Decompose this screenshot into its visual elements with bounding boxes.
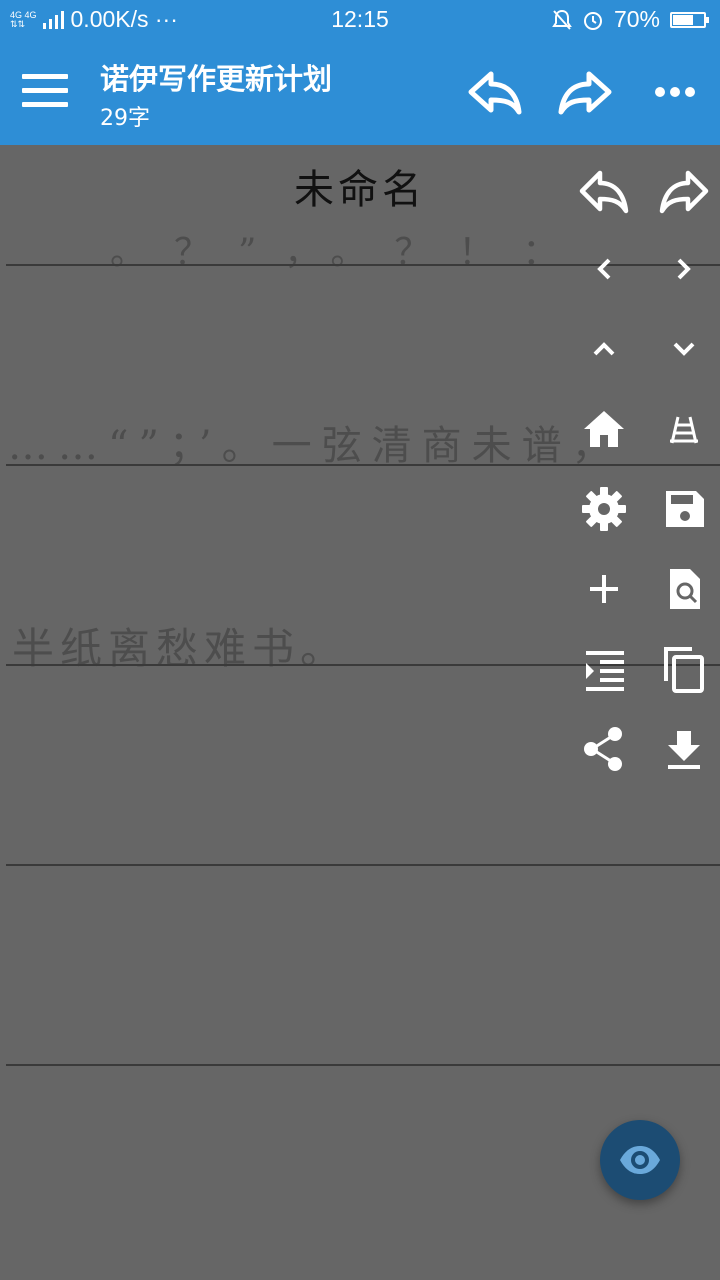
status-right: 70%: [552, 6, 709, 33]
redo-icon[interactable]: [555, 64, 615, 120]
ghost-text-line-3: 半纸离愁难书。: [12, 624, 349, 673]
editor-area[interactable]: 未命名 。？”，。？！： ……“”；’。一弦清商未谱， 半纸离愁难书。: [0, 145, 720, 1280]
railway-icon[interactable]: [658, 403, 710, 455]
preview-fab[interactable]: [600, 1120, 680, 1200]
word-count: 29字: [100, 106, 150, 131]
copy-icon[interactable]: [658, 643, 710, 695]
ruled-line: [6, 1064, 720, 1066]
undo-icon[interactable]: [578, 165, 630, 217]
eye-icon: [620, 1146, 660, 1174]
mute-bell-icon: [552, 9, 572, 30]
battery-icon: [670, 11, 709, 28]
app-bar: 诺伊写作更新计划 29字: [0, 38, 720, 145]
gear-icon[interactable]: [578, 483, 630, 535]
chevron-right-icon[interactable]: [658, 243, 710, 295]
page-title: 诺伊写作更新计划: [100, 62, 333, 96]
share-icon[interactable]: [578, 723, 630, 775]
save-icon[interactable]: [658, 483, 710, 535]
battery-fill: [673, 14, 694, 25]
status-bar: 4G 4G ⇅⇅ 0.00K/s ··· 12:15 70%: [0, 0, 720, 38]
ruled-line: [6, 864, 720, 866]
alarm-icon: [583, 11, 602, 30]
redo-icon[interactable]: [658, 165, 710, 217]
home-icon[interactable]: [578, 403, 630, 455]
chevron-left-icon[interactable]: [578, 243, 630, 295]
battery-percent: 70%: [613, 6, 660, 32]
indent-icon[interactable]: [578, 643, 630, 695]
undo-icon[interactable]: [465, 64, 525, 120]
ghost-text-line-2: ……“”；’。一弦清商未谱，: [8, 423, 622, 469]
ruled-line: [6, 464, 720, 466]
add-icon[interactable]: [578, 563, 630, 615]
find-file-icon[interactable]: [658, 563, 710, 615]
download-icon[interactable]: [658, 723, 710, 775]
chevron-down-icon[interactable]: [658, 323, 710, 375]
menu-icon[interactable]: [22, 72, 70, 112]
more-icon[interactable]: [646, 64, 704, 120]
ghost-text-line-1: 。？”，。？！：: [110, 232, 587, 273]
chevron-up-icon[interactable]: [578, 323, 630, 375]
